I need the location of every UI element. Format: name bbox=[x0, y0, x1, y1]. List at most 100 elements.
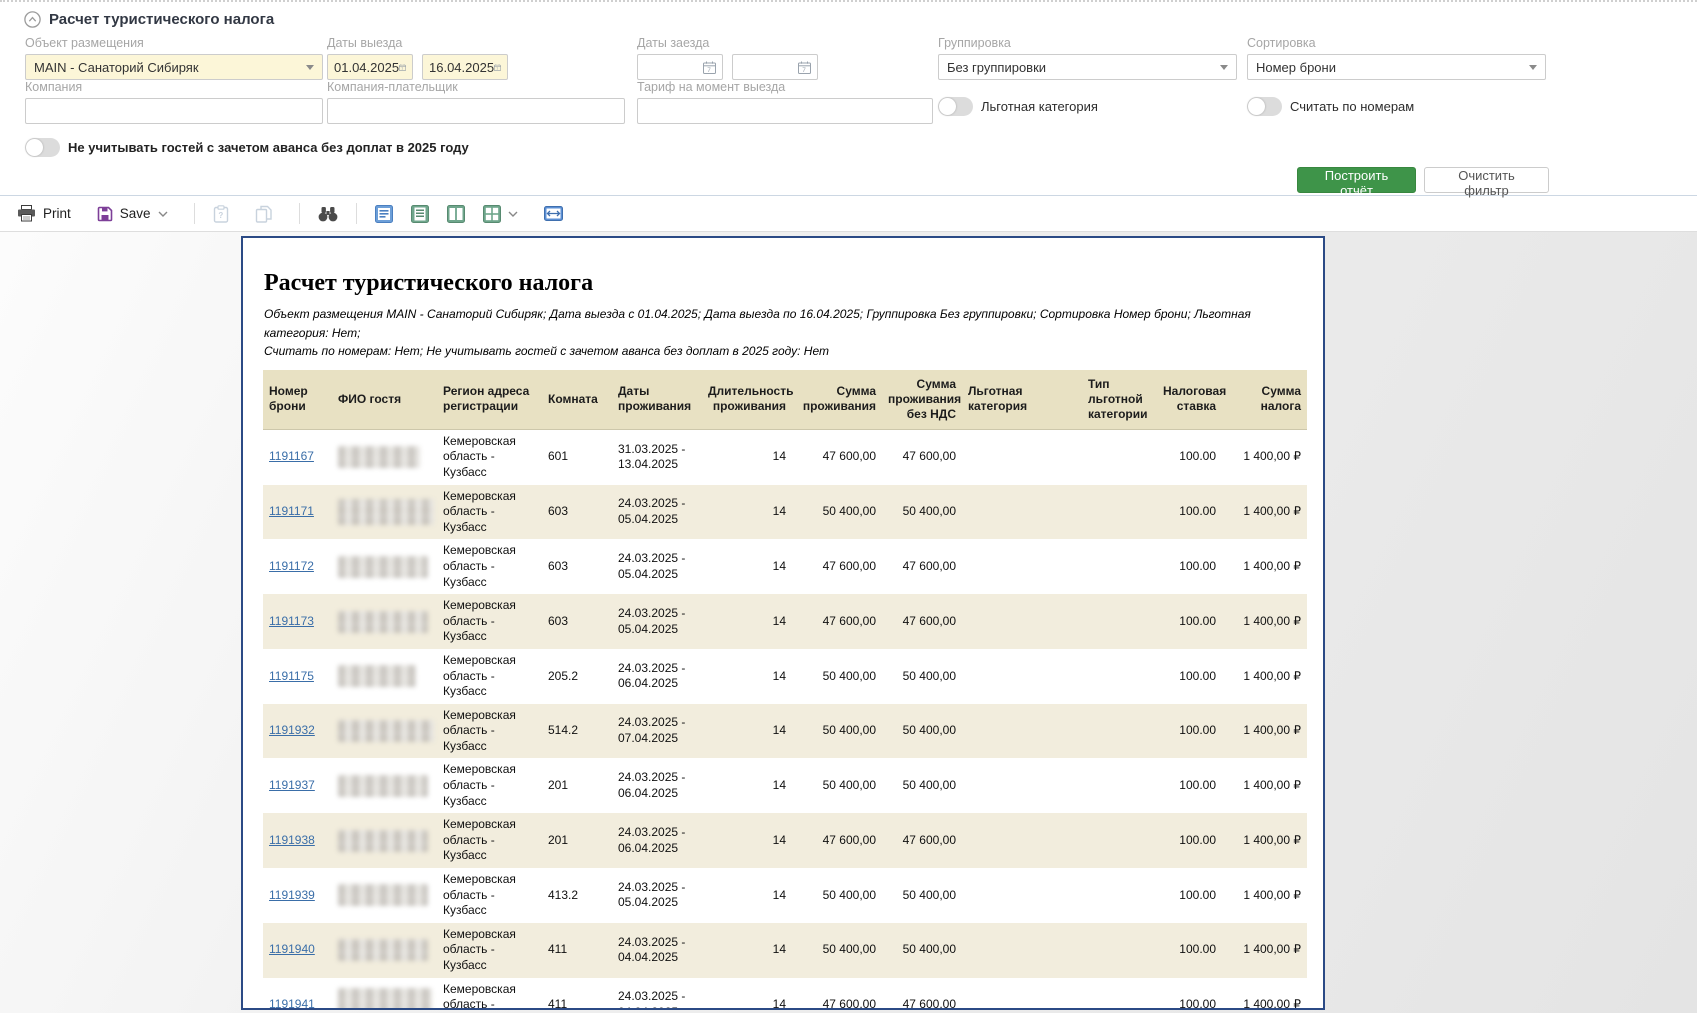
report-page: Расчет туристического налога Объект разм… bbox=[241, 236, 1325, 1010]
calendar-icon: 7 bbox=[399, 61, 406, 74]
date-out-from-value: 01.04.2025 bbox=[334, 60, 399, 75]
single-page-view-icon bbox=[375, 205, 393, 223]
skip-advance-guests-toggle[interactable] bbox=[25, 138, 60, 157]
sorting-select[interactable]: Номер брони bbox=[1247, 54, 1546, 80]
facing-pages-view-button[interactable] bbox=[447, 205, 465, 223]
region-cell: Кемеровская область - Кузбасс bbox=[437, 704, 542, 759]
booking-number-link[interactable]: 1191173 bbox=[269, 614, 314, 628]
tax-rate-cell: 100.00 bbox=[1157, 485, 1222, 540]
col-stay-sum-no-vat: Сумма проживания без НДС bbox=[882, 370, 962, 430]
build-report-button[interactable]: Построить отчёт bbox=[1297, 167, 1416, 193]
date-in-to-input[interactable]: 7 bbox=[732, 54, 818, 80]
stay-sum-no-vat-cell: 50 400,00 bbox=[882, 758, 962, 813]
stay-sum-cell: 50 400,00 bbox=[792, 923, 882, 978]
stay-dates-cell: 24.03.2025 - 05.04.2025 bbox=[612, 868, 702, 923]
stay-length-cell: 14 bbox=[702, 758, 792, 813]
booking-number-link[interactable]: 1191171 bbox=[269, 504, 314, 518]
region-cell: Кемеровская область - Кузбасс bbox=[437, 813, 542, 868]
benefit-category-cell bbox=[962, 978, 1082, 1010]
stay-sum-no-vat-cell: 50 400,00 bbox=[882, 649, 962, 704]
tax-rate-cell: 100.00 bbox=[1157, 429, 1222, 484]
booking-number-link[interactable]: 1191175 bbox=[269, 669, 314, 683]
skip-advance-guests-toggle-label: Не учитывать гостей с зачетом аванса без… bbox=[68, 140, 469, 155]
guest-name-redacted bbox=[338, 665, 416, 687]
chevron-down-icon bbox=[508, 211, 518, 217]
room-cell: 205.2 bbox=[542, 649, 612, 704]
table-row: 1191938 Кемеровская область - Кузбасс 20… bbox=[263, 813, 1307, 868]
payer-company-input[interactable] bbox=[327, 98, 625, 124]
grid-view-icon bbox=[483, 205, 501, 223]
svg-text:?: ? bbox=[218, 211, 223, 220]
date-out-to-input[interactable]: 16.04.2025 7 bbox=[422, 54, 508, 80]
grid-view-button[interactable] bbox=[483, 205, 518, 223]
clear-filter-button[interactable]: Очистить фильтр bbox=[1424, 167, 1549, 193]
booking-number-link[interactable]: 1191937 bbox=[269, 778, 315, 792]
tax-sum-cell: 1 400,00 ₽ bbox=[1222, 485, 1307, 540]
benefit-type-cell bbox=[1082, 594, 1157, 649]
object-select[interactable]: MAIN - Санаторий Сибиряк bbox=[25, 54, 323, 80]
stay-sum-cell: 47 600,00 bbox=[792, 429, 882, 484]
stay-sum-cell: 50 400,00 bbox=[792, 868, 882, 923]
object-label: Объект размещения bbox=[25, 36, 323, 51]
save-button[interactable]: Save bbox=[97, 206, 168, 222]
col-stay-sum: Сумма проживания bbox=[792, 370, 882, 430]
col-tax-sum: Сумма налога bbox=[1222, 370, 1307, 430]
benefit-type-cell bbox=[1082, 868, 1157, 923]
tariff-input[interactable] bbox=[637, 98, 933, 124]
stay-dates-cell: 24.03.2025 - 07.04.2025 bbox=[612, 704, 702, 759]
stay-length-cell: 14 bbox=[702, 923, 792, 978]
stay-sum-no-vat-cell: 47 600,00 bbox=[882, 813, 962, 868]
tax-sum-cell: 1 400,00 ₽ bbox=[1222, 868, 1307, 923]
collapse-panel-icon[interactable] bbox=[24, 11, 41, 28]
benefit-category-cell bbox=[962, 485, 1082, 540]
tax-rate-cell: 100.00 bbox=[1157, 594, 1222, 649]
date-out-from-input[interactable]: 01.04.2025 7 bbox=[327, 54, 413, 80]
fit-page-width-button[interactable] bbox=[544, 206, 563, 221]
tax-sum-cell: 1 400,00 ₽ bbox=[1222, 429, 1307, 484]
tax-rate-cell: 100.00 bbox=[1157, 539, 1222, 594]
tax-rate-cell: 100.00 bbox=[1157, 923, 1222, 978]
report-title: Расчет туристического налога bbox=[264, 270, 1305, 297]
stay-sum-cell: 47 600,00 bbox=[792, 813, 882, 868]
booking-number-link[interactable]: 1191932 bbox=[269, 723, 315, 737]
room-cell: 514.2 bbox=[542, 704, 612, 759]
report-table-body: 1191167 Кемеровская область - Кузбасс 60… bbox=[263, 429, 1307, 1010]
tax-sum-cell: 1 400,00 ₽ bbox=[1222, 978, 1307, 1010]
stay-length-cell: 14 bbox=[702, 594, 792, 649]
col-tax-rate: Налоговая ставка bbox=[1157, 370, 1222, 430]
region-cell: Кемеровская область - Кузбасс bbox=[437, 978, 542, 1010]
stay-length-cell: 14 bbox=[702, 813, 792, 868]
booking-number-link[interactable]: 1191940 bbox=[269, 942, 315, 956]
guest-name-redacted bbox=[338, 830, 428, 852]
stay-sum-cell: 47 600,00 bbox=[792, 594, 882, 649]
continuous-view-button[interactable] bbox=[411, 205, 429, 223]
booking-number-link[interactable]: 1191941 bbox=[269, 997, 315, 1010]
col-room: Комната bbox=[542, 370, 612, 430]
date-in-from-input[interactable]: 7 bbox=[637, 54, 723, 80]
booking-number-link[interactable]: 1191939 bbox=[269, 888, 315, 902]
company-input[interactable] bbox=[25, 98, 323, 124]
benefit-type-cell bbox=[1082, 429, 1157, 484]
stay-sum-no-vat-cell: 50 400,00 bbox=[882, 704, 962, 759]
single-page-view-button[interactable] bbox=[375, 205, 393, 223]
stay-sum-no-vat-cell: 47 600,00 bbox=[882, 594, 962, 649]
tax-sum-cell: 1 400,00 ₽ bbox=[1222, 594, 1307, 649]
room-cell: 411 bbox=[542, 923, 612, 978]
booking-number-link[interactable]: 1191167 bbox=[269, 449, 314, 463]
col-benefit-type: Тип льготной категории bbox=[1082, 370, 1157, 430]
find-button[interactable] bbox=[318, 206, 338, 222]
benefit-category-cell bbox=[962, 868, 1082, 923]
guest-name-redacted bbox=[338, 775, 428, 797]
print-button[interactable]: Print bbox=[17, 205, 71, 222]
booking-number-link[interactable]: 1191938 bbox=[269, 833, 315, 847]
benefit-category-toggle[interactable] bbox=[938, 97, 973, 116]
toolbar-divider bbox=[299, 203, 300, 224]
copy-button bbox=[255, 205, 273, 223]
tariff-label: Тариф на момент выезда bbox=[637, 80, 933, 95]
continuous-view-icon bbox=[411, 205, 429, 223]
booking-number-link[interactable]: 1191172 bbox=[269, 559, 314, 573]
count-by-rooms-toggle[interactable] bbox=[1247, 97, 1282, 116]
grouping-select[interactable]: Без группировки bbox=[938, 54, 1237, 80]
save-label: Save bbox=[120, 206, 151, 221]
benefit-type-cell bbox=[1082, 539, 1157, 594]
